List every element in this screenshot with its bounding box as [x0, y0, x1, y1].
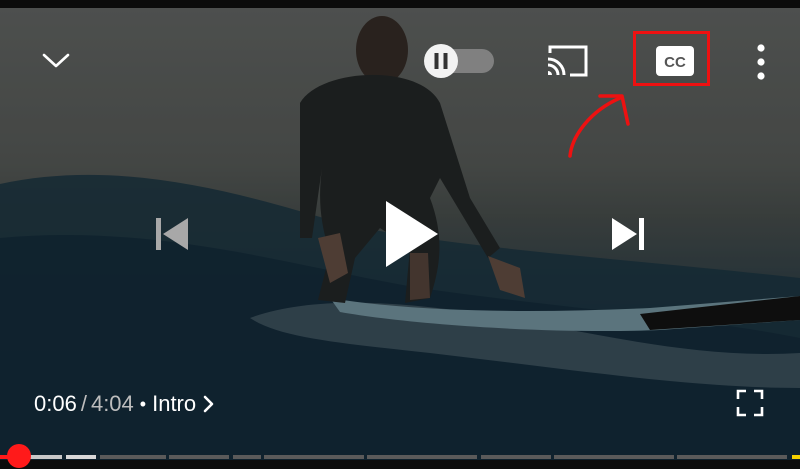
- chapter-segment: [367, 455, 477, 459]
- more-vertical-icon: [757, 44, 765, 80]
- chevron-right-icon: [203, 395, 214, 413]
- cast-icon: [547, 45, 588, 77]
- time-separator: /: [80, 391, 87, 416]
- chapter-segment: [100, 455, 166, 459]
- chevron-down-icon: [42, 53, 70, 68]
- next-button[interactable]: [602, 208, 654, 260]
- more-options-button[interactable]: [744, 40, 778, 84]
- annotation-arrow-icon: [568, 94, 630, 158]
- chapter-segment: [66, 455, 96, 459]
- fullscreen-button[interactable]: [730, 384, 770, 422]
- annotation-highlight-box: [633, 31, 710, 86]
- skip-next-icon: [612, 218, 644, 250]
- chapter-segment: [233, 455, 261, 459]
- chapter-button[interactable]: Intro: [152, 391, 214, 417]
- ad-marker: [792, 455, 800, 459]
- chapter-segment: [169, 455, 229, 459]
- current-time: 0:06: [34, 391, 77, 416]
- play-button[interactable]: [370, 194, 450, 274]
- progress-bar[interactable]: [0, 444, 800, 469]
- progress-track: [0, 455, 800, 459]
- chapter-segment: [481, 455, 551, 459]
- chapter-title: Intro: [152, 391, 197, 416]
- top-edge-bar: [0, 0, 800, 8]
- total-time: 4:04: [90, 391, 134, 416]
- progress-scrubber[interactable]: [7, 444, 31, 468]
- fullscreen-icon: [736, 389, 764, 417]
- cast-button[interactable]: [540, 40, 594, 82]
- collapse-button[interactable]: [36, 44, 76, 78]
- chapter-segment: [677, 455, 787, 459]
- play-icon: [386, 201, 438, 267]
- autoplay-toggle[interactable]: [420, 44, 496, 78]
- time-and-chapter: 0:06 / 4:04 • Intro: [34, 390, 214, 418]
- skip-previous-icon: [156, 218, 188, 250]
- chapter-separator: •: [139, 393, 147, 414]
- pause-toggle-icon: [424, 44, 494, 78]
- chapter-segment: [264, 455, 364, 459]
- chapter-segment: [554, 455, 674, 459]
- previous-button[interactable]: [146, 208, 198, 260]
